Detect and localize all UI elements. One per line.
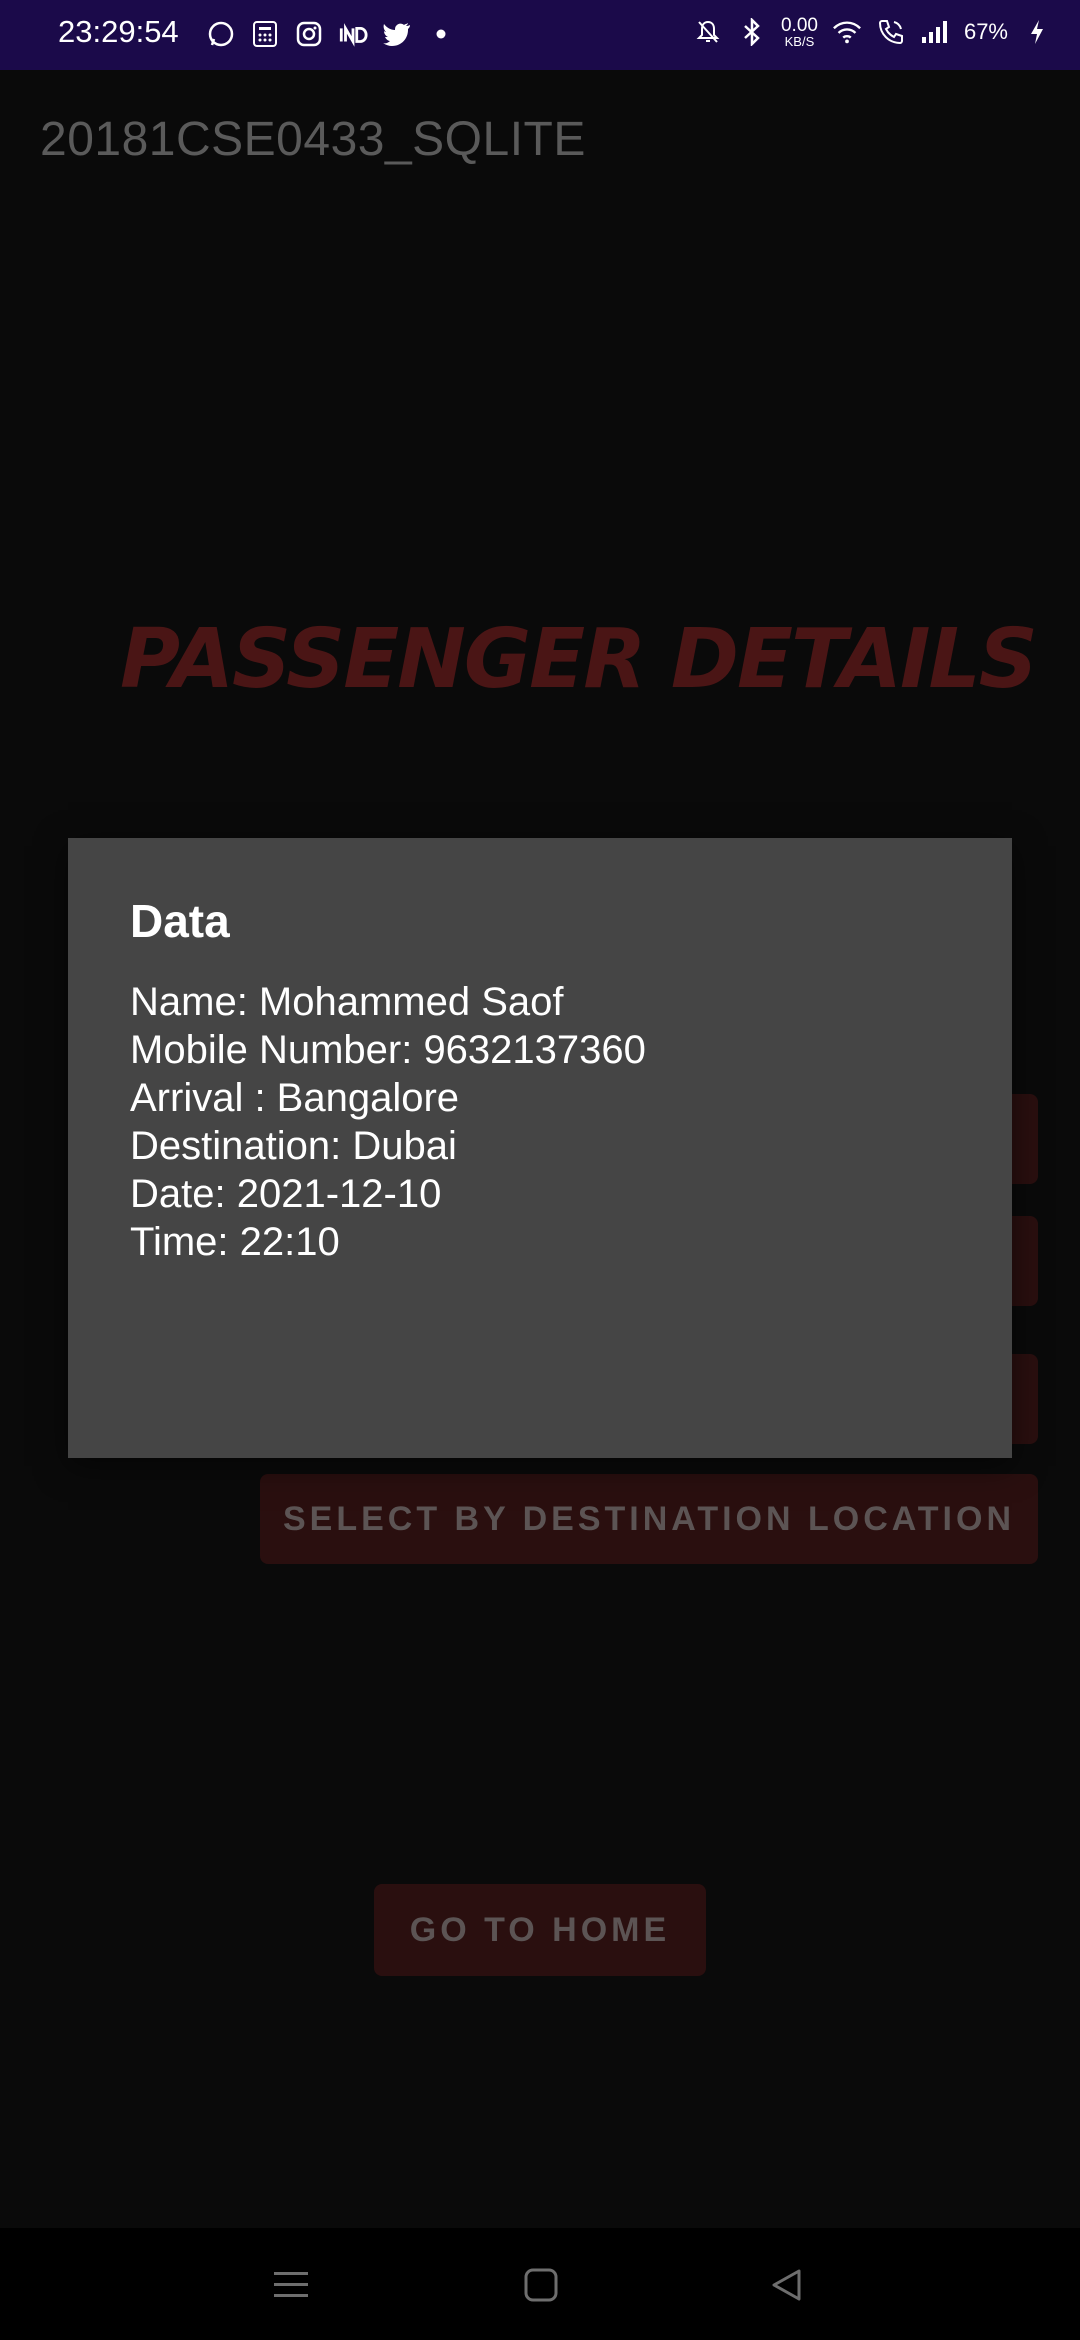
menu-icon[interactable] — [266, 2260, 316, 2310]
dialog-title: Data — [130, 895, 230, 947]
ind-icon — [338, 19, 368, 49]
go-to-home-button[interactable]: GO TO HOME — [374, 1884, 706, 1976]
dialog-line-destination: Destination: Dubai — [130, 1124, 457, 1168]
whatsapp-icon — [206, 19, 236, 49]
status-time: 23:29:54 — [58, 14, 179, 49]
net-speed-unit: KB/S — [784, 34, 815, 49]
dialog-line-name: Name: Mohammed Saof — [130, 980, 564, 1024]
notification-icons — [206, 19, 456, 49]
dot-icon — [426, 19, 456, 49]
select-by-destination-button[interactable]: SELECT BY DESTINATION LOCATION — [260, 1474, 1038, 1564]
battery-level: 67% — [963, 19, 1008, 44]
dialog-line-arrival: Arrival : Bangalore — [130, 1076, 460, 1120]
signal-icon — [920, 17, 950, 47]
go-to-home-label: GO TO HOME — [409, 1910, 671, 1949]
net-speed-value: 0.00 — [780, 15, 818, 36]
dialog-line-mobile: Mobile Number: 9632137360 — [130, 1028, 646, 1072]
data-dialog: Data Name: Mohammed Saof Mobile Number: … — [68, 838, 1012, 1458]
twitter-icon — [382, 19, 412, 49]
page-heading: PASSENGER DETAILS — [120, 612, 1038, 707]
select-by-destination-label: SELECT BY DESTINATION LOCATION — [282, 1499, 1016, 1538]
net-speed: 0.00 KB/S — [781, 16, 818, 48]
home-icon[interactable] — [516, 2260, 566, 2310]
dialog-body: Name: Mohammed Saof Mobile Number: 96321… — [130, 978, 646, 1266]
charging-icon — [1022, 17, 1052, 47]
back-icon[interactable] — [762, 2260, 812, 2310]
dialog-line-date: Date: 2021-12-10 — [130, 1172, 442, 1216]
call-icon — [876, 17, 906, 47]
app-title: 20181CSE0433_SQLITE — [40, 113, 586, 166]
calculator-icon — [250, 19, 280, 49]
instagram-icon — [294, 19, 324, 49]
wifi-icon — [832, 17, 862, 47]
bluetooth-icon — [737, 17, 767, 47]
dialog-line-time: Time: 22:10 — [130, 1220, 340, 1264]
bell-off-icon — [693, 17, 723, 47]
navigation-bar — [0, 2228, 1080, 2340]
status-bar: 23:29:54 0.00 KB/S 67% — [0, 0, 1080, 70]
system-icons: 0.00 KB/S 67% — [693, 16, 1052, 48]
